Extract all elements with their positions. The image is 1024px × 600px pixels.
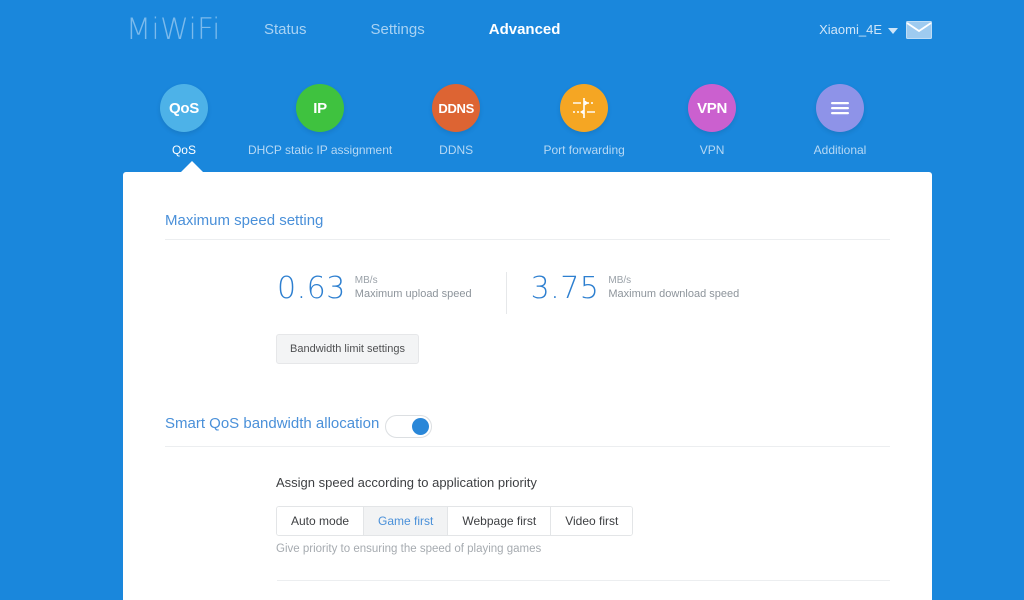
mode-auto[interactable]: Auto mode [277, 507, 364, 535]
divider-bottom [277, 580, 890, 581]
nav-item-settings[interactable]: Settings [367, 19, 429, 40]
ip-icon: IP [296, 84, 344, 132]
smart-qos-title: Smart QoS bandwidth allocation [165, 415, 379, 432]
chevron-down-icon [888, 28, 898, 34]
bandwidth-limit-settings-button[interactable]: Bandwidth limit settings [276, 334, 419, 364]
top-navigation-bar: MiWiFi Status Settings Advanced Xiaomi_4… [0, 0, 1024, 60]
icon-nav-item-port-forwarding[interactable]: Port forwarding [520, 84, 648, 157]
priority-mode-description: Give priority to ensuring the speed of p… [276, 543, 541, 555]
qos-icon: QoS [160, 84, 208, 132]
icon-nav-item-vpn[interactable]: VPN VPN [648, 84, 776, 157]
page-title: Maximum speed setting [165, 212, 323, 229]
account-name: Xiaomi_4E [819, 22, 882, 37]
smart-qos-toggle-knob [412, 418, 429, 435]
nav-item-advanced[interactable]: Advanced [485, 19, 565, 40]
icon-nav-label-additional: Additional [814, 143, 867, 157]
port-forwarding-icon [560, 84, 608, 132]
mode-game[interactable]: Game first [364, 507, 448, 535]
qos-page: MiWiFi Status Settings Advanced Xiaomi_4… [0, 0, 1024, 600]
upload-speed-value: 0.63 [277, 272, 346, 306]
download-speed-value: 3.75 [531, 272, 600, 306]
priority-mode-segmented-control: Auto mode Game first Webpage first Video… [276, 506, 633, 536]
icon-nav-label-dhcp: DHCP static IP assignment [248, 143, 392, 157]
divider-middle [165, 446, 890, 447]
upload-speed-label: Maximum upload speed [355, 287, 472, 301]
icon-nav-item-dhcp[interactable]: IP DHCP static IP assignment [248, 84, 392, 157]
ip-icon-glyph: IP [313, 100, 327, 117]
nav-item-status[interactable]: Status [260, 19, 311, 40]
assign-priority-title: Assign speed according to application pr… [276, 475, 537, 490]
divider-top [165, 239, 890, 240]
account-menu[interactable]: Xiaomi_4E [819, 22, 898, 37]
mode-webpage[interactable]: Webpage first [448, 507, 551, 535]
icon-nav-item-ddns[interactable]: DDNS DDNS [392, 84, 520, 157]
icon-nav-label-vpn: VPN [700, 143, 725, 157]
icon-nav-label-ddns: DDNS [439, 143, 473, 157]
vpn-icon-glyph: VPN [697, 100, 727, 117]
vpn-icon: VPN [688, 84, 736, 132]
speed-summary: 0.63 MB/s Maximum upload speed 3.75 MB/s… [277, 272, 739, 314]
main-nav: Status Settings Advanced [260, 19, 564, 40]
mode-video[interactable]: Video first [551, 507, 632, 535]
icon-nav-label-qos: QoS [172, 143, 196, 157]
icon-nav-item-additional[interactable]: Additional [776, 84, 904, 157]
content-card: Maximum speed setting 0.63 MB/s Maximum … [123, 172, 932, 600]
mail-icon[interactable] [906, 21, 932, 39]
ddns-icon: DDNS [432, 84, 480, 132]
download-speed-block: 3.75 MB/s Maximum download speed [531, 272, 740, 306]
speed-divider [506, 272, 507, 314]
upload-speed-unit: MB/s [355, 275, 472, 287]
qos-icon-glyph: QoS [169, 100, 199, 117]
upload-speed-block: 0.63 MB/s Maximum upload speed [277, 272, 472, 306]
ddns-icon-glyph: DDNS [438, 101, 474, 116]
icon-nav-label-port-forwarding: Port forwarding [543, 143, 624, 157]
icon-nav-item-qos[interactable]: QoS QoS [120, 84, 248, 157]
hamburger-icon [816, 84, 864, 132]
download-speed-unit: MB/s [608, 275, 739, 287]
download-speed-label: Maximum download speed [608, 287, 739, 301]
miwifi-logo: MiWiFi [126, 12, 221, 46]
smart-qos-toggle[interactable] [385, 415, 432, 438]
advanced-icon-nav: QoS QoS IP DHCP static IP assignment DDN… [0, 84, 1024, 157]
